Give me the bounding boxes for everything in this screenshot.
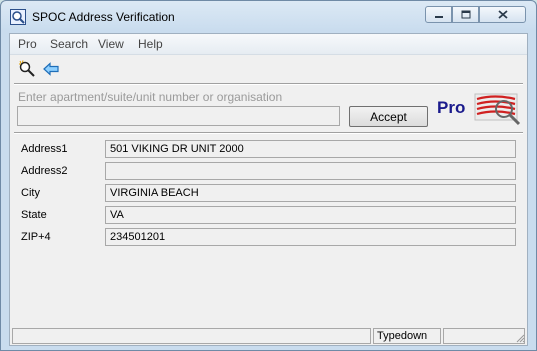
maximize-icon (461, 10, 470, 19)
back-arrow-icon (43, 62, 59, 76)
city-label: City (21, 187, 40, 199)
minimize-icon (434, 15, 443, 18)
zip4-field: 234501201 (105, 228, 516, 246)
minimize-button[interactable] (425, 6, 452, 23)
entry-prompt: Enter apartment/suite/unit number or org… (18, 90, 283, 104)
status-panel-extra (443, 328, 525, 344)
address2-label: Address2 (21, 165, 68, 177)
window-title: SPOC Address Verification (32, 10, 175, 24)
search-tool-button[interactable] (18, 60, 36, 78)
status-panel-mode: Typedown (373, 328, 441, 344)
envelope-magnifier-icon (474, 93, 521, 126)
address2-field (105, 162, 516, 180)
client-area: Pro Search View Help Enter apartment/sui… (9, 33, 528, 346)
app-window: SPOC Address Verification Pro Search Vie… (0, 0, 537, 351)
city-field: VIRGINIA BEACH (105, 184, 516, 202)
status-panel-main (12, 328, 371, 344)
menu-pro[interactable]: Pro (18, 37, 37, 51)
toolbar-divider (14, 83, 523, 85)
maximize-button[interactable] (452, 6, 479, 23)
close-button[interactable] (479, 6, 526, 23)
address1-field: 501 VIKING DR UNIT 2000 (105, 140, 516, 158)
address1-label: Address1 (21, 143, 68, 155)
accept-button[interactable]: Accept (349, 106, 428, 127)
close-icon (497, 10, 508, 19)
logo-text: Pro (437, 98, 465, 117)
menu-help[interactable]: Help (138, 37, 163, 51)
toolbar (10, 54, 527, 82)
state-label: State (21, 209, 47, 221)
back-button[interactable] (42, 60, 60, 78)
app-magnifier-icon (10, 9, 26, 25)
pro-logo: Pro (437, 93, 521, 126)
menu-search[interactable]: Search (50, 37, 88, 51)
resize-grip-icon[interactable] (515, 333, 525, 343)
entry-divider (14, 132, 523, 134)
search-wand-icon (19, 60, 35, 77)
menu-view[interactable]: View (98, 37, 124, 51)
status-bar: Typedown (10, 327, 527, 345)
menu-bar: Pro Search View Help (10, 34, 527, 55)
state-field: VA (105, 206, 516, 224)
zip4-label: ZIP+4 (21, 231, 51, 243)
unit-organisation-input[interactable] (17, 106, 340, 126)
title-bar[interactable]: SPOC Address Verification (1, 1, 536, 33)
